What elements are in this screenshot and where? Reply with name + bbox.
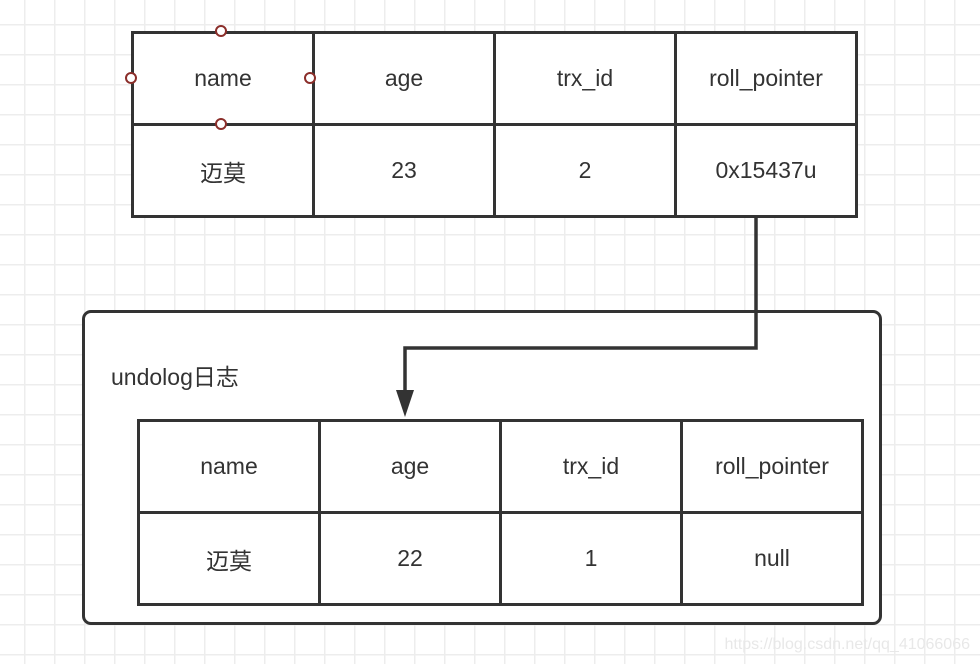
watermark: https://blog.csdn.net/qq_41066066 bbox=[724, 636, 970, 653]
roll-pointer-connector[interactable] bbox=[403, 216, 758, 392]
selection-handle-top[interactable] bbox=[215, 25, 227, 37]
arrow-down-icon bbox=[396, 390, 414, 417]
selection-handle-right[interactable] bbox=[304, 72, 316, 84]
connector-layer bbox=[396, 216, 758, 417]
selection-handle-left[interactable] bbox=[125, 72, 137, 84]
selection-handle-bottom[interactable] bbox=[215, 118, 227, 130]
